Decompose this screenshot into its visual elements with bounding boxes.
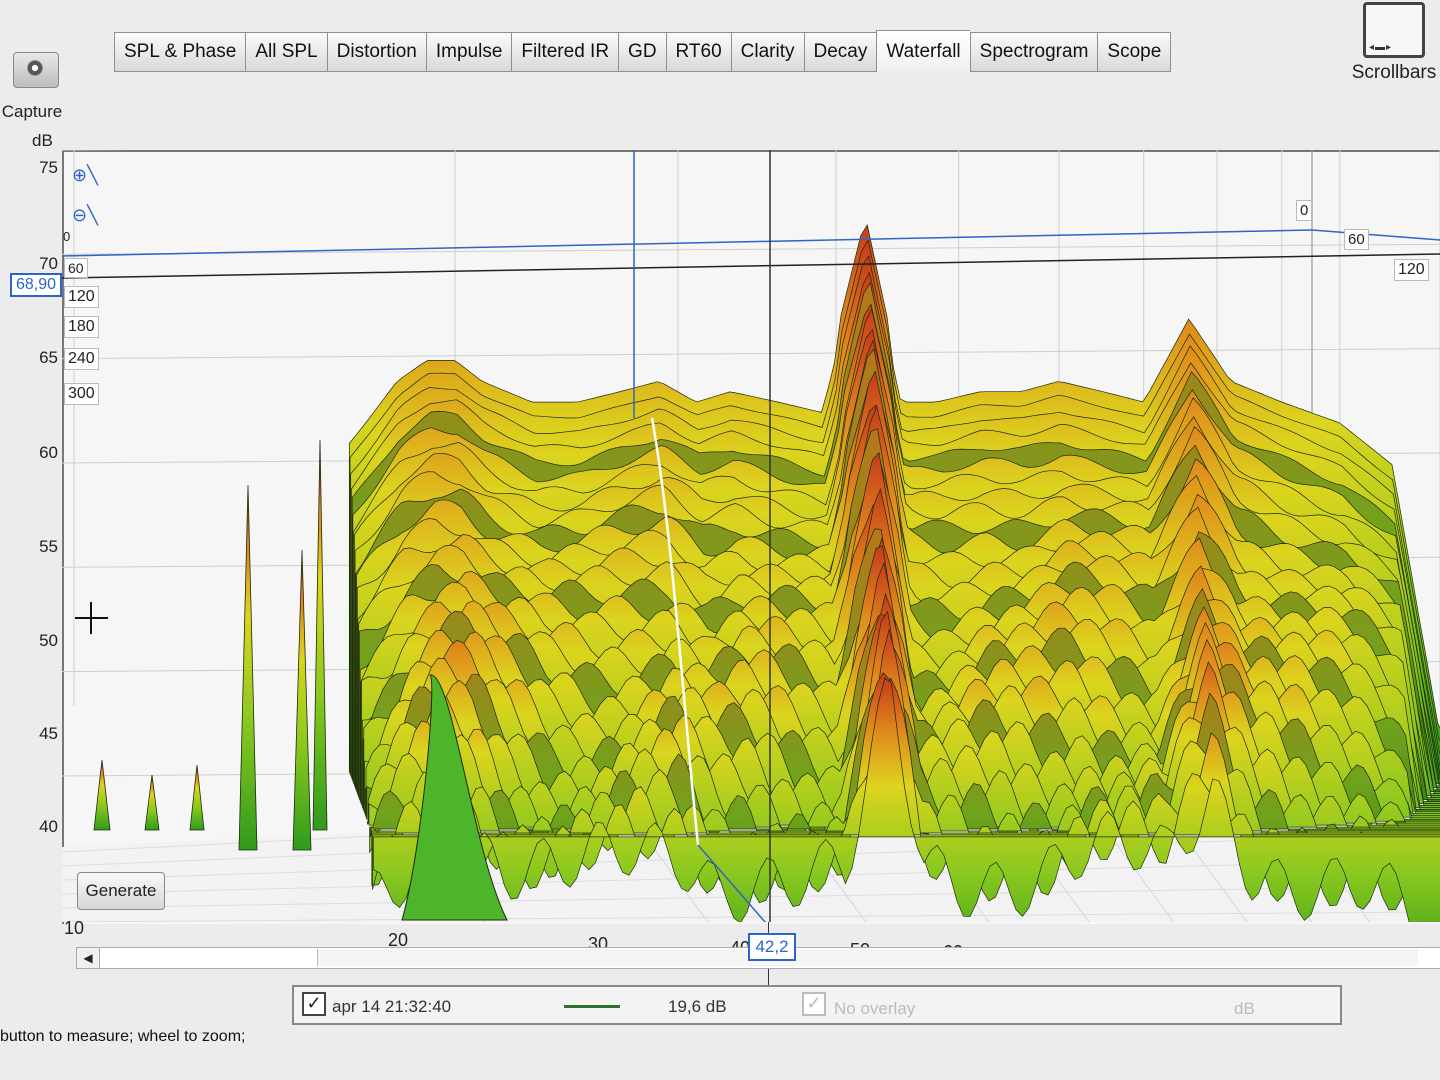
x-tick: 10 (63, 918, 85, 938)
y-tick: 45 (39, 724, 58, 743)
tab-all-spl[interactable]: All SPL (245, 32, 327, 72)
capture-label: Capture (1, 102, 63, 121)
time-label: 180 (64, 316, 99, 338)
legend-panel: ✓ apr 14 21:32:40 19,6 dB ✓ No overlay d… (292, 985, 1342, 1025)
back-time-label: 60 (1344, 229, 1369, 250)
time-axis-line (62, 229, 1313, 257)
waterfall-surface (348, 223, 1440, 922)
tab-spl-phase[interactable]: SPL & Phase (114, 32, 246, 72)
decay-spike (312, 439, 328, 831)
frequency-cursor-readout: 42,2 (748, 933, 796, 961)
decay-spike (292, 549, 312, 851)
back-time-label: 120 (1394, 259, 1429, 281)
y-tick: 40 (39, 817, 58, 836)
overlay-unit: dB (1234, 999, 1255, 1018)
tab-filtered-ir[interactable]: Filtered IR (511, 32, 619, 72)
y-tick: 60 (39, 443, 58, 462)
tab-scope[interactable]: Scope (1097, 32, 1172, 72)
tab-impulse[interactable]: Impulse (425, 32, 512, 72)
decay-spike (238, 484, 258, 851)
time-axis-line-right (1311, 229, 1440, 241)
scrollbars-label: Scrollbars (1351, 62, 1437, 83)
overlay-checkbox[interactable]: ✓ (802, 992, 826, 1016)
level-cursor-line (62, 253, 1440, 279)
tab-distortion[interactable]: Distortion (326, 32, 426, 72)
time-label: 240 (64, 348, 99, 370)
y-axis-title: dB (32, 131, 53, 150)
time-label: 300 (64, 383, 99, 405)
scrollbar-thumb[interactable] (317, 949, 1418, 966)
decay-spike (93, 759, 111, 831)
time-label: 0 (63, 229, 71, 244)
generate-button[interactable]: Generate (77, 872, 165, 910)
capture-button[interactable]: Capture (2, 52, 68, 122)
camera-icon (13, 52, 59, 88)
tab-gd[interactable]: GD (618, 32, 666, 72)
time-label: 120 (64, 286, 99, 308)
y-tick: 65 (39, 348, 58, 367)
overlay-label: No overlay (834, 999, 916, 1018)
waterfall-chart[interactable] (62, 150, 1440, 922)
y-tick: 50 (39, 631, 58, 650)
status-bar-text: button to measure; wheel to zoom; (0, 1028, 246, 1045)
zoom-in-icon[interactable]: ⊕╲ (72, 165, 98, 191)
tab-decay[interactable]: Decay (803, 32, 877, 72)
tab-spectrogram[interactable]: Spectrogram (969, 32, 1098, 72)
tab-clarity[interactable]: Clarity (730, 32, 804, 72)
tab-bar: SPL & Phase All SPL Distortion Impulse F… (114, 30, 1172, 72)
measurement-color-swatch (564, 1005, 620, 1008)
measurement-value: 19,6 dB (668, 997, 727, 1016)
tab-waterfall[interactable]: Waterfall (876, 30, 970, 72)
measurement-checkbox[interactable]: ✓ (302, 992, 326, 1016)
scroll-left-icon[interactable]: ◀ (77, 948, 100, 968)
zoom-out-icon[interactable]: ⊖╲ (72, 205, 98, 231)
decay-spike (144, 774, 160, 831)
crosshair-icon (75, 602, 108, 634)
y-tick: 75 (39, 158, 58, 177)
scrollbars-icon (1363, 2, 1425, 58)
grid-line (62, 243, 1440, 255)
y-tick: 55 (39, 537, 58, 556)
y-tick: 70 (39, 254, 58, 273)
level-cursor-readout: 68,90 (10, 273, 62, 297)
back-time-label: 0 (1296, 200, 1313, 221)
measurement-name: apr 14 21:32:40 (332, 997, 452, 1016)
scrollbars-button[interactable]: Scrollbars (1348, 0, 1440, 84)
grid-line (62, 348, 1440, 360)
time-label: 60 (64, 258, 88, 278)
tab-rt60[interactable]: RT60 (665, 32, 731, 72)
